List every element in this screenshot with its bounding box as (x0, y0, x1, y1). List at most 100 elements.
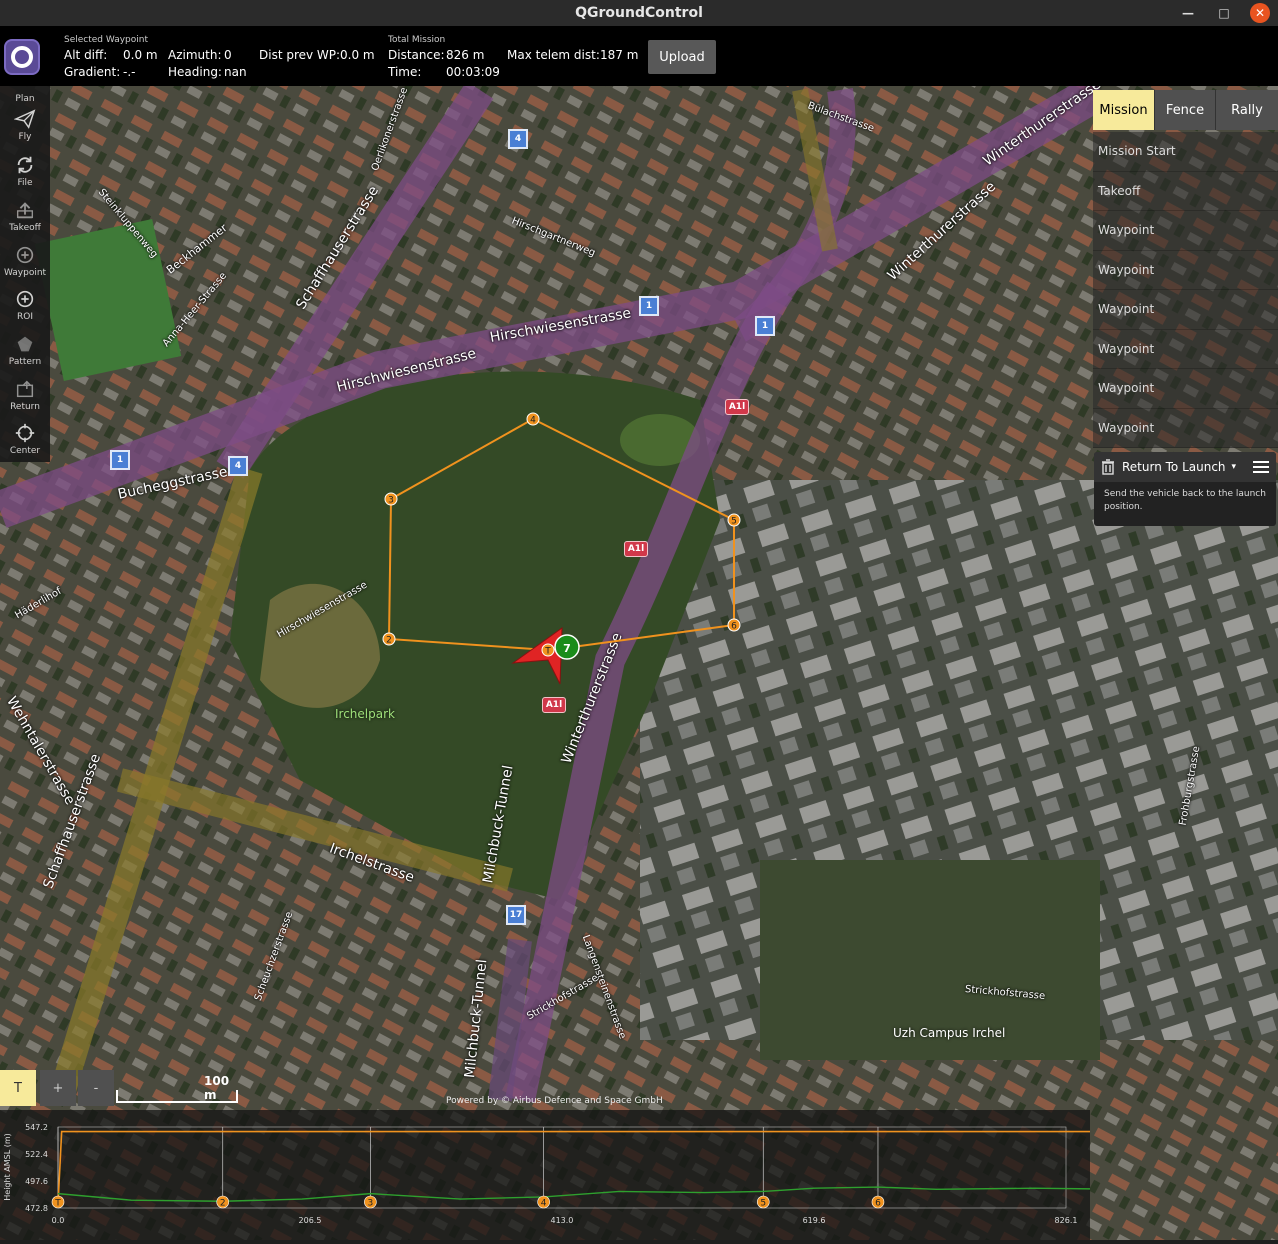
window-title: QGroundControl (575, 5, 703, 21)
rtl-header[interactable]: Return To Launch ▾ (1094, 452, 1276, 482)
profile-waypoint-marker[interactable]: 4 (537, 1195, 550, 1209)
profile-waypoint-label: 3 (368, 1199, 374, 1209)
mission-item-waypoint[interactable]: Waypoint (1093, 369, 1278, 409)
distance-value: 826 m (446, 48, 485, 62)
mission-item-waypoint[interactable]: Waypoint (1093, 290, 1278, 330)
mission-item-waypoint[interactable]: Waypoint (1093, 211, 1278, 251)
waypoint-marker[interactable]: 5 (727, 513, 741, 527)
waypoint-marker[interactable]: 2 (382, 632, 396, 646)
plus-circle-icon (16, 246, 34, 264)
fly-button[interactable]: Fly (0, 108, 50, 142)
file-label: File (17, 178, 33, 188)
y-axis-label: Height AMSL (m) (3, 1133, 12, 1200)
y-tick-label: 472.8 (25, 1204, 48, 1213)
waypoint-marker[interactable]: 6 (727, 618, 741, 632)
zoom-out-button[interactable]: - (78, 1070, 114, 1106)
x-tick-label: 826.1 (1055, 1216, 1078, 1225)
pattern-label: Pattern (8, 357, 42, 367)
plus-circle-icon (16, 290, 34, 308)
waypoint-label: 2 (386, 636, 392, 646)
waypoint-label: 6 (731, 622, 737, 632)
profile-waypoint-marker[interactable]: 6 (871, 1195, 885, 1209)
takeoff-button[interactable]: Takeoff (0, 199, 50, 233)
heading-label: Heading: (168, 65, 222, 79)
fly-label: Fly (18, 132, 32, 142)
profile-waypoint-label: 2 (220, 1199, 226, 1209)
tab-mission[interactable]: Mission (1093, 90, 1154, 130)
waypoint-button[interactable]: Waypoint (0, 244, 50, 278)
profile-waypoint-label: 5 (760, 1199, 766, 1209)
paper-plane-icon (14, 109, 36, 129)
scale-bar (116, 1090, 238, 1103)
file-button[interactable]: File (0, 154, 50, 188)
plan-header-label: Plan (15, 94, 35, 104)
gradient-label: Gradient: (64, 65, 121, 79)
qgc-logo-icon (11, 46, 33, 68)
y-tick-label: 497.6 (25, 1177, 48, 1186)
trash-icon[interactable] (1100, 459, 1116, 475)
mission-overlay: 7 T 2 3 4 5 6 (382, 412, 741, 685)
waypoint-label: 3 (388, 496, 394, 506)
center-button[interactable]: Center (0, 422, 50, 456)
max-telem-dist-value: 187 m (600, 48, 639, 62)
maximize-button[interactable]: □ (1206, 0, 1242, 26)
waypoint-marker[interactable]: T (541, 643, 555, 657)
mission-item-waypoint[interactable]: Waypoint (1093, 329, 1278, 369)
tab-fence[interactable]: Fence (1154, 90, 1215, 130)
terrain-toggle-button[interactable]: T (0, 1070, 36, 1106)
profile-waypoint-marker[interactable]: T (51, 1195, 65, 1209)
takeoff-icon (16, 202, 34, 219)
roi-label: ROI (17, 312, 33, 322)
pattern-icon (17, 336, 33, 352)
y-tick-label: 547.2 (25, 1123, 48, 1132)
qgc-logo-button[interactable] (4, 39, 40, 75)
selected-waypoint-label: Selected Waypoint (64, 35, 148, 45)
plan-tool-strip: Plan Fly File Takeoff Waypoint ROI Patte… (0, 86, 50, 462)
mission-item-waypoint[interactable]: Waypoint (1093, 408, 1278, 448)
azimuth-value: 0 (224, 48, 232, 62)
mission-item-waypoint[interactable]: Waypoint (1093, 250, 1278, 290)
mission-altitude-line (57, 1130, 1139, 1205)
x-tick-label: 413.0 (550, 1216, 573, 1225)
rtl-description: Send the vehicle back to the launch posi… (1104, 489, 1266, 512)
dist-prev-wp-label: Dist prev WP: (259, 48, 341, 62)
crosshair-icon (15, 423, 35, 443)
profile-waypoint-marker[interactable]: 3 (364, 1195, 377, 1209)
y-tick-label: 522.4 (25, 1150, 48, 1159)
minimize-button[interactable]: — (1170, 0, 1206, 26)
alt-diff-value: 0.0 m (123, 48, 158, 62)
current-waypoint-label: 7 (563, 642, 571, 655)
title-bar: QGroundControl — □ ✕ (0, 0, 1278, 26)
close-button[interactable]: ✕ (1250, 3, 1270, 23)
mission-item-takeoff[interactable]: Takeoff (1093, 171, 1278, 211)
takeoff-label: Takeoff (9, 223, 41, 233)
distance-label: Distance: (388, 48, 445, 62)
chevron-down-icon[interactable]: ▾ (1232, 462, 1237, 472)
mission-item-start[interactable]: Mission Start (1093, 132, 1278, 172)
profile-waypoint-marker[interactable]: 2 (216, 1195, 230, 1209)
waypoint-label: 5 (731, 517, 737, 527)
profile-waypoint-marker[interactable]: 5 (756, 1195, 770, 1209)
waypoint-marker[interactable]: 4 (526, 412, 540, 426)
mission-path (387, 417, 735, 651)
gradient-value: -.- (123, 65, 136, 79)
return-button[interactable]: Return (0, 378, 50, 412)
zoom-in-button[interactable]: + (40, 1070, 76, 1106)
roi-button[interactable]: ROI (0, 288, 50, 322)
window-controls: — □ ✕ (1170, 0, 1278, 26)
vehicle-icon[interactable] (511, 627, 563, 685)
tab-rally[interactable]: Rally (1215, 90, 1278, 130)
map-view[interactable]: Schaffhauserstrasse Hirschwiesenstrasse Hi… (0, 86, 1278, 1240)
time-value: 00:03:09 (446, 65, 500, 79)
waypoint-label: Waypoint (3, 268, 47, 278)
mission-item-list: Mission Start Takeoff Waypoint Waypoint … (1093, 132, 1278, 448)
pattern-button[interactable]: Pattern (0, 333, 50, 367)
waypoint-marker[interactable]: 3 (384, 492, 398, 506)
hamburger-menu-icon[interactable] (1252, 459, 1270, 475)
waypoint-label: T (544, 647, 551, 657)
azimuth-label: Azimuth: (168, 48, 222, 62)
rtl-title: Return To Launch (1122, 460, 1226, 474)
plan-type-tabs: Mission Fence Rally (1093, 90, 1278, 130)
x-tick-label: 0.0 (52, 1216, 65, 1225)
upload-button[interactable]: Upload (648, 40, 716, 74)
